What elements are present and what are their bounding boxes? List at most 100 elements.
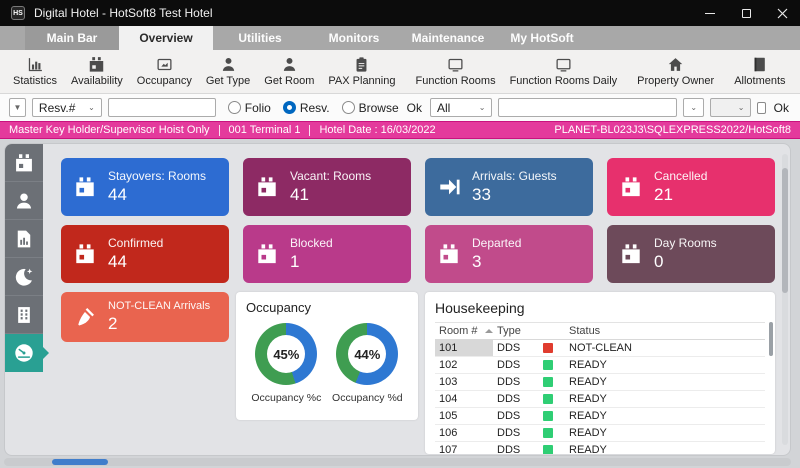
table-scrollbar-thumb[interactable] <box>769 322 773 356</box>
column-color[interactable] <box>539 323 565 339</box>
stat-card-cancelled[interactable]: Cancelled 21 <box>607 158 775 216</box>
card-label: Arrivals: Guests <box>472 169 557 183</box>
mini-dropdown[interactable]: ⌄ <box>683 98 705 117</box>
function-rooms-button[interactable]: Function Rooms <box>408 50 502 93</box>
type-cell: DDS <box>497 342 521 354</box>
room-cell[interactable]: 107 <box>435 442 493 454</box>
column-type[interactable]: Type <box>493 323 539 339</box>
minimize-button[interactable] <box>692 0 728 26</box>
app-logo-icon: HS <box>11 6 25 20</box>
search-field-selector[interactable]: Resv.# ⌄ <box>31 98 102 117</box>
sidebar-item-calendar[interactable] <box>5 144 43 182</box>
tab-monitors[interactable]: Monitors <box>307 26 401 50</box>
status-swatch <box>543 360 553 370</box>
hotsoft-help-button[interactable]: ? HotSoft Help <box>793 50 800 93</box>
disabled-selector[interactable]: ⌄ <box>710 98 752 117</box>
table-row[interactable]: 103 DDS READY <box>435 374 765 391</box>
card-value: 44 <box>108 252 127 271</box>
sidebar-item-dashboard[interactable] <box>5 334 49 372</box>
room-cell[interactable]: 103 <box>435 374 493 390</box>
radio-resv-group[interactable]: Resv. <box>282 101 330 115</box>
secondary-search-input[interactable] <box>498 98 678 117</box>
room-cell[interactable]: 106 <box>435 425 493 441</box>
folio-radio[interactable] <box>227 101 241 114</box>
availability-button[interactable]: Availability <box>64 50 130 93</box>
function-rooms-daily-button[interactable]: Function Rooms Daily <box>503 50 625 93</box>
radio-browse-group[interactable]: Browse <box>341 101 399 115</box>
card-label: Blocked <box>290 236 333 250</box>
property-owner-button[interactable]: Property Owner <box>630 50 721 93</box>
tab-my-hotsoft[interactable]: My HotSoft <box>495 26 589 50</box>
dropdown-toggle-button[interactable]: ▼ <box>9 98 26 117</box>
night-audit-icon <box>15 268 33 286</box>
tab-utilities[interactable]: Utilities <box>213 26 307 50</box>
tab-main-bar[interactable]: Main Bar <box>25 26 119 50</box>
table-row[interactable]: 104 DDS READY <box>435 391 765 408</box>
room-cell[interactable]: 104 <box>435 391 493 407</box>
close-button[interactable] <box>764 0 800 26</box>
chevron-down-icon: ⌄ <box>690 102 698 112</box>
calendar-icon <box>76 244 94 264</box>
monitor-icon <box>448 58 463 72</box>
get-room-button[interactable]: Get Room <box>257 50 321 93</box>
card-value: 0 <box>654 252 664 271</box>
table-row[interactable]: 105 DDS READY <box>435 408 765 425</box>
resv-radio[interactable] <box>282 101 296 114</box>
category-selector[interactable]: All ⌄ <box>429 98 493 117</box>
horizontal-scrollbar-track[interactable] <box>4 458 791 466</box>
type-cell: DDS <box>497 410 521 422</box>
occupancy-button[interactable]: Occupancy <box>130 50 199 93</box>
browse-radio[interactable] <box>341 101 355 114</box>
sidebar-item-reports[interactable] <box>5 220 43 258</box>
calendar-icon <box>76 177 94 197</box>
stat-card-confirmed[interactable]: Confirmed 44 <box>61 225 229 283</box>
vertical-scrollbar-thumb[interactable] <box>782 168 788 293</box>
sidebar <box>5 144 49 455</box>
sidebar-item-night-audit[interactable] <box>5 258 43 296</box>
sort-asc-icon <box>484 329 493 333</box>
status-cell: READY <box>569 359 607 371</box>
tab-overview[interactable]: Overview <box>119 26 213 50</box>
column-status[interactable]: Status <box>565 323 765 339</box>
room-cell[interactable]: 101 <box>435 340 493 356</box>
ok-button-left[interactable]: Ok <box>405 101 424 115</box>
clipboard-icon <box>356 57 367 72</box>
table-row[interactable]: 101 DDS NOT-CLEAN <box>435 340 765 357</box>
column-room[interactable]: Room # <box>435 323 493 339</box>
dashboard-panel: Stayovers: Rooms 44 Vacant: Rooms 41 Arriv… <box>4 143 791 456</box>
toolbar: Statistics Availability Occupancy Get Ty… <box>0 50 800 94</box>
sidebar-item-rooms[interactable] <box>5 296 43 334</box>
statistics-button[interactable]: Statistics <box>6 50 64 93</box>
radio-folio-group[interactable]: Folio <box>227 101 271 115</box>
stat-card-arrivals[interactable]: Arrivals: Guests 33 <box>425 158 593 216</box>
stat-card-blocked[interactable]: Blocked 1 <box>243 225 411 283</box>
filter-checkbox[interactable] <box>757 101 766 114</box>
broom-icon <box>78 308 94 326</box>
maximize-button[interactable] <box>728 0 764 26</box>
stat-card-stayovers[interactable]: Stayovers: Rooms 44 <box>61 158 229 216</box>
table-row[interactable]: 106 DDS READY <box>435 425 765 442</box>
occupancy-title: Occupancy <box>246 300 312 315</box>
allotments-button[interactable]: Allotments <box>727 50 792 93</box>
occupancy-donuts: 45% Occupancy %c 44% Occupancy %d <box>246 323 408 404</box>
room-cell[interactable]: 102 <box>435 357 493 373</box>
stat-card-day-rooms[interactable]: Day Rooms 0 <box>607 225 775 283</box>
stat-card-departed[interactable]: Departed 3 <box>425 225 593 283</box>
sidebar-item-guests[interactable] <box>5 182 43 220</box>
stat-card-not-clean-arrivals[interactable]: NOT-CLEAN Arrivals 2 <box>61 292 229 342</box>
search-input[interactable] <box>107 98 216 117</box>
stat-card-vacant[interactable]: Vacant: Rooms 41 <box>243 158 411 216</box>
card-label: Departed <box>472 236 522 250</box>
status-swatch <box>543 343 553 353</box>
status-divider <box>309 124 311 136</box>
room-cell[interactable]: 105 <box>435 408 493 424</box>
pax-planning-button[interactable]: PAX Planning <box>321 50 402 93</box>
horizontal-scrollbar-thumb[interactable] <box>52 459 108 465</box>
ok-button-right[interactable]: Ok <box>772 101 791 115</box>
get-type-button[interactable]: Get Type <box>199 50 257 93</box>
status-cell: NOT-CLEAN <box>569 342 632 354</box>
table-row[interactable]: 102 DDS READY <box>435 357 765 374</box>
tool-label: PAX Planning <box>328 75 396 87</box>
table-row[interactable]: 107 DDS READY <box>435 442 765 454</box>
tab-maintenance[interactable]: Maintenance <box>401 26 495 50</box>
